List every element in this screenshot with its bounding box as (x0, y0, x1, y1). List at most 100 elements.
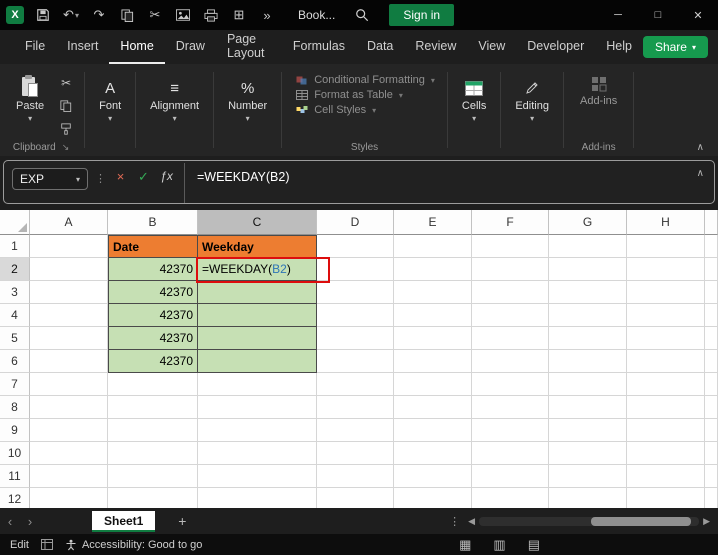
cell-G6[interactable] (549, 350, 627, 373)
row-header-7[interactable]: 7 (0, 373, 30, 396)
cell-B3[interactable]: 42370 (108, 281, 198, 304)
cell-G8[interactable] (549, 396, 627, 419)
menu-tab-draw[interactable]: Draw (165, 30, 216, 64)
font-group-button[interactable]: A Font ▾ (87, 64, 133, 124)
cell-D7[interactable] (317, 373, 394, 396)
cell-A3[interactable] (30, 281, 108, 304)
cell-G12[interactable] (549, 488, 627, 508)
cell-G3[interactable] (549, 281, 627, 304)
cell-A5[interactable] (30, 327, 108, 350)
cell-H8[interactable] (627, 396, 705, 419)
cell-A10[interactable] (30, 442, 108, 465)
cell-C12[interactable] (198, 488, 317, 508)
enter-button[interactable]: ✓ (132, 169, 155, 185)
copy-button[interactable] (56, 97, 76, 115)
menu-tab-file[interactable]: File (14, 30, 56, 64)
cell-H4[interactable] (627, 304, 705, 327)
cell-F12[interactable] (472, 488, 549, 508)
row-header-1[interactable]: 1 (0, 235, 30, 258)
menu-tab-formulas[interactable]: Formulas (282, 30, 356, 64)
cell-F6[interactable] (472, 350, 549, 373)
addins-button[interactable]: Add-ins (566, 64, 631, 107)
menu-tab-review[interactable]: Review (404, 30, 467, 64)
share-button[interactable]: Share ▾ (642, 36, 708, 58)
cell-F5[interactable] (472, 327, 549, 350)
maximize-button[interactable]: □ (638, 0, 678, 30)
cell-H5[interactable] (627, 327, 705, 350)
cell-D4[interactable] (317, 304, 394, 327)
cell-G2[interactable] (549, 258, 627, 281)
dialog-launcher-icon[interactable]: ↘ (62, 142, 70, 153)
number-group-button[interactable]: % Number ▾ (216, 64, 279, 124)
row-header-5[interactable]: 5 (0, 327, 30, 350)
cell-B2[interactable]: 42370 (108, 258, 198, 281)
cell-F11[interactable] (472, 465, 549, 488)
cell-F2[interactable] (472, 258, 549, 281)
menu-tab-view[interactable]: View (467, 30, 516, 64)
cell-F7[interactable] (472, 373, 549, 396)
cells-group-button[interactable]: Cells ▾ (450, 64, 498, 123)
row-header-12[interactable]: 12 (0, 488, 30, 508)
cell-G10[interactable] (549, 442, 627, 465)
collapse-ribbon-button[interactable]: ∧ (697, 142, 704, 153)
paste-button[interactable]: Paste ▾ (10, 72, 50, 138)
cell-B10[interactable] (108, 442, 198, 465)
cell-C8[interactable] (198, 396, 317, 419)
cell-A8[interactable] (30, 396, 108, 419)
scroll-right-button[interactable]: ▶ (703, 516, 710, 527)
row-header-8[interactable]: 8 (0, 396, 30, 419)
menu-tab-insert[interactable]: Insert (56, 30, 109, 64)
toolbar-overflow-button[interactable]: » (254, 3, 280, 27)
sheetbar-options-icon[interactable]: ⋮ (441, 515, 468, 528)
undo-button[interactable]: ↶ ▾ (58, 3, 84, 27)
column-header-G[interactable]: G (549, 210, 627, 235)
cell-E11[interactable] (394, 465, 472, 488)
cell-E9[interactable] (394, 419, 472, 442)
column-header-B[interactable]: B (108, 210, 198, 235)
format-painter-button[interactable] (56, 120, 76, 138)
prev-sheet-button[interactable]: ‹ (0, 514, 20, 529)
insert-function-button[interactable]: ƒx (155, 169, 178, 183)
cell-E6[interactable] (394, 350, 472, 373)
row-header-6[interactable]: 6 (0, 350, 30, 373)
cell-B4[interactable]: 42370 (108, 304, 198, 327)
cell-E12[interactable] (394, 488, 472, 508)
next-sheet-button[interactable]: › (20, 514, 40, 529)
redo-button[interactable]: ↷ (86, 3, 112, 27)
cell-A11[interactable] (30, 465, 108, 488)
formula-input[interactable]: =WEEKDAY(B2) (184, 163, 714, 203)
print-button[interactable] (198, 3, 224, 27)
view-page-layout-icon[interactable]: ▥ (493, 534, 505, 555)
cell-D9[interactable] (317, 419, 394, 442)
cell-F4[interactable] (472, 304, 549, 327)
picture-button[interactable] (170, 3, 196, 27)
cell-H10[interactable] (627, 442, 705, 465)
cell-E8[interactable] (394, 396, 472, 419)
cancel-button[interactable]: × (109, 169, 132, 184)
cell-G4[interactable] (549, 304, 627, 327)
scrollbar-track[interactable] (479, 516, 700, 526)
cell-D10[interactable] (317, 442, 394, 465)
cell-F3[interactable] (472, 281, 549, 304)
column-header-H[interactable]: H (627, 210, 705, 235)
view-normal-icon[interactable]: ▦ (459, 534, 471, 555)
format-as-table-button[interactable]: Format as Table ▾ (296, 89, 435, 101)
minimize-button[interactable]: ─ (598, 0, 638, 30)
menu-tab-developer[interactable]: Developer (516, 30, 595, 64)
column-header-E[interactable]: E (394, 210, 472, 235)
cell-G11[interactable] (549, 465, 627, 488)
cell-E4[interactable] (394, 304, 472, 327)
cell-H1[interactable] (627, 235, 705, 258)
cell-F8[interactable] (472, 396, 549, 419)
menu-tab-home[interactable]: Home (109, 30, 165, 64)
row-header-2[interactable]: 2 (0, 258, 30, 281)
cell-C9[interactable] (198, 419, 317, 442)
cell-A7[interactable] (30, 373, 108, 396)
copy-button[interactable] (114, 3, 140, 27)
name-box[interactable]: EXP ▾ (12, 168, 88, 190)
cell-A12[interactable] (30, 488, 108, 508)
cell-C5[interactable] (198, 327, 317, 350)
cell-C2-formula[interactable]: =WEEKDAY(B2) (198, 258, 317, 281)
cell-D8[interactable] (317, 396, 394, 419)
cell-A1[interactable] (30, 235, 108, 258)
